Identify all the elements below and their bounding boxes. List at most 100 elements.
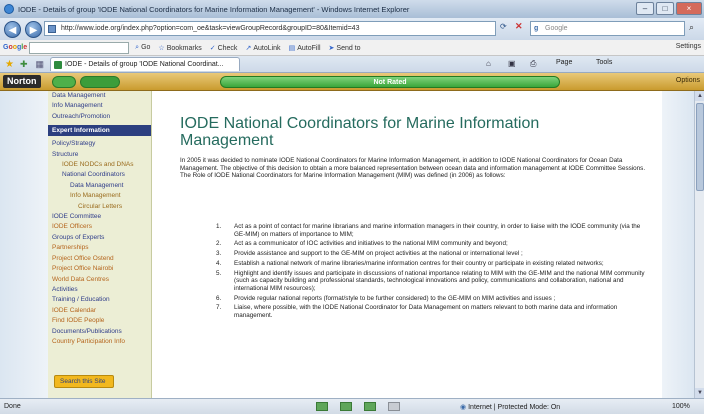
norton-options-button[interactable]: Options — [676, 77, 700, 84]
search-input[interactable]: g Google — [530, 21, 685, 36]
google-search-icon: g — [534, 25, 539, 32]
sidebar-item-nodcs[interactable]: IODE NODCs and DNAs — [48, 160, 151, 170]
status-safe-icon[interactable] — [364, 402, 376, 411]
list-item: 7. Liaise, where possible, with the IODE … — [216, 304, 646, 319]
scroll-thumb[interactable] — [696, 103, 704, 191]
sidebar-item-national-coordinators[interactable]: National Coordinators — [48, 170, 151, 180]
vertical-scrollbar[interactable]: ▲ ▼ — [694, 91, 704, 398]
zoom-level[interactable]: 100% — [672, 403, 690, 410]
sidebar-item-iode-calendar[interactable]: IODE Calendar — [48, 306, 151, 316]
list-item-text: Provide assistance and support to the GE… — [234, 250, 523, 258]
page-menu[interactable]: Page — [556, 59, 572, 66]
tools-menu[interactable]: Tools — [596, 59, 612, 66]
url-field[interactable]: http://www.iode.org/index.php?option=com… — [44, 21, 496, 36]
scroll-up-icon[interactable]: ▲ — [695, 91, 704, 101]
sidebar-item-structure[interactable]: Structure — [48, 150, 151, 160]
intro-text: In 2005 it was decided to nominate IODE … — [180, 157, 648, 180]
security-zone[interactable]: ◉ Internet | Protected Mode: On — [460, 403, 560, 411]
window-controls: – □ × — [636, 2, 702, 15]
list-number: 7. — [216, 304, 222, 312]
sidebar-section-header: Expert Information — [48, 125, 151, 137]
stop-icon[interactable]: ✕ — [515, 21, 523, 32]
status-addon-icon[interactable] — [340, 402, 352, 411]
sidebar-item-country-participation[interactable]: Country Participation Info — [48, 337, 151, 347]
sidebar-item-partnerships[interactable]: Partnerships — [48, 243, 151, 253]
main-article: IODE National Coordinators for Marine In… — [176, 91, 660, 398]
google-go-button[interactable]: ⌕ Go — [135, 44, 150, 52]
site-sidebar: Data Management Info Management Outreach… — [48, 91, 152, 398]
norton-logo: Norton — [3, 75, 41, 88]
sidebar-item-project-office-nairobi[interactable]: Project Office Nairobi — [48, 264, 151, 274]
sidebar-item-nc-info-management[interactable]: Info Management — [48, 191, 151, 201]
norton-rating-status[interactable]: Not Rated — [220, 76, 560, 88]
google-toolbar-input[interactable] — [29, 41, 130, 54]
list-item-text: Provide regular national reports (format… — [234, 294, 556, 302]
star-icon: ☆ — [158, 44, 165, 52]
send-icon: ➤ — [328, 44, 335, 52]
tab-favicon — [54, 61, 63, 69]
window-titlebar: IODE - Details of group 'IODE National C… — [0, 0, 704, 18]
sidebar-item-training[interactable]: Training / Education — [48, 295, 151, 305]
bookmarks-button[interactable]: ☆ Bookmarks — [158, 44, 201, 52]
sidebar-item-outreach[interactable]: Outreach/Promotion — [48, 112, 151, 122]
sidebar-item-circular-letters[interactable]: Circular Letters — [48, 202, 151, 212]
google-settings-button[interactable]: Settings — [676, 43, 701, 50]
check-icon: ✓ — [209, 44, 216, 52]
tab-active[interactable]: IODE - Details of group 'IODE National C… — [50, 57, 241, 71]
home-icon[interactable]: ⌂ — [486, 59, 491, 68]
sidebar-item-iode-officers[interactable]: IODE Officers — [48, 222, 151, 232]
google-toolbar: Google ⌕ Go ☆ Bookmarks ✓ Check ↗ AutoLink ▤… — [0, 40, 704, 56]
back-button[interactable]: ◀ — [4, 20, 21, 38]
feeds-icon[interactable]: ▣ — [508, 59, 516, 68]
list-number: 3. — [216, 250, 222, 258]
list-item: 3. Provide assistance and support to the … — [216, 250, 646, 258]
list-item: 5. Highlight and identify issues and part… — [216, 270, 646, 293]
search-icon[interactable]: ⌕ — [689, 22, 694, 33]
autofill-button[interactable]: ▤ AutoFill — [289, 44, 321, 52]
sidebar-item-find-people[interactable]: Find IODE People — [48, 316, 151, 326]
norton-safe-web-icon[interactable] — [52, 76, 76, 88]
search-site-button[interactable]: Search this Site — [54, 375, 114, 388]
sidebar-item-policy[interactable]: Policy/Strategy — [48, 139, 151, 149]
norton-identity-icon[interactable] — [80, 76, 120, 88]
status-bar: Done ◉ Internet | Protected Mode: On 100% — [0, 398, 704, 414]
check-button[interactable]: ✓ Check — [210, 44, 238, 52]
list-item: 6. Provide regular national reports (form… — [216, 295, 646, 303]
scroll-down-icon[interactable]: ▼ — [695, 388, 704, 398]
send-to-button[interactable]: ➤ Send to — [329, 44, 361, 52]
maximize-button[interactable]: □ — [656, 2, 674, 15]
sidebar-item-activities[interactable]: Activities — [48, 285, 151, 295]
sidebar-item-data-management[interactable]: Data Management — [48, 91, 151, 101]
add-favorites-icon[interactable]: ✚ — [20, 59, 28, 70]
sidebar-item-project-office-ostend[interactable]: Project Office Ostend — [48, 254, 151, 264]
list-item: 2. Act as a communicator of IOC activitie… — [216, 240, 646, 248]
sidebar-item-documents[interactable]: Documents/Publications — [48, 327, 151, 337]
print-icon[interactable]: ⎙ — [530, 59, 536, 69]
sidebar-item-world-data-centres[interactable]: World Data Centres — [48, 275, 151, 285]
list-item-text: Act as a point of contact for marine lib… — [234, 223, 641, 238]
quick-tabs-icon[interactable]: ▦ — [36, 59, 45, 70]
autolink-button[interactable]: ↗ AutoLink — [245, 44, 280, 52]
status-popup-icon[interactable] — [388, 402, 400, 411]
page-content: Data Management Info Management Outreach… — [0, 91, 694, 398]
favorites-star-icon[interactable]: ★ — [5, 59, 14, 70]
list-item-text: Highlight and identify issues and partic… — [234, 269, 645, 292]
refresh-icon[interactable]: ⟳ — [500, 22, 507, 31]
roles-list: 1. Act as a point of contact for marine l… — [216, 223, 646, 322]
tab-title: IODE - Details of group 'IODE National C… — [65, 61, 224, 68]
google-logo: Google — [3, 44, 28, 51]
page-icon — [48, 25, 56, 33]
sidebar-item-nc-data-management[interactable]: Data Management — [48, 181, 151, 191]
sidebar-item-info-management[interactable]: Info Management — [48, 101, 151, 111]
sidebar-item-groups-of-experts[interactable]: Groups of Experts — [48, 233, 151, 243]
status-norton-icon[interactable] — [316, 402, 328, 411]
intro-paragraph: In 2005 it was decided to nominate IODE … — [180, 157, 646, 172]
minimize-button[interactable]: – — [636, 2, 654, 15]
sidebar-item-iode-committee[interactable]: IODE Committee — [48, 212, 151, 222]
list-item-text: Establish a national network of marine l… — [234, 259, 604, 267]
forward-button[interactable]: ▶ — [25, 20, 42, 38]
list-item-text: Act as a communicator of IOC activities … — [234, 240, 508, 248]
search-placeholder: Google — [545, 25, 568, 32]
close-button[interactable]: × — [676, 2, 702, 15]
internet-explorer-icon — [4, 4, 14, 14]
